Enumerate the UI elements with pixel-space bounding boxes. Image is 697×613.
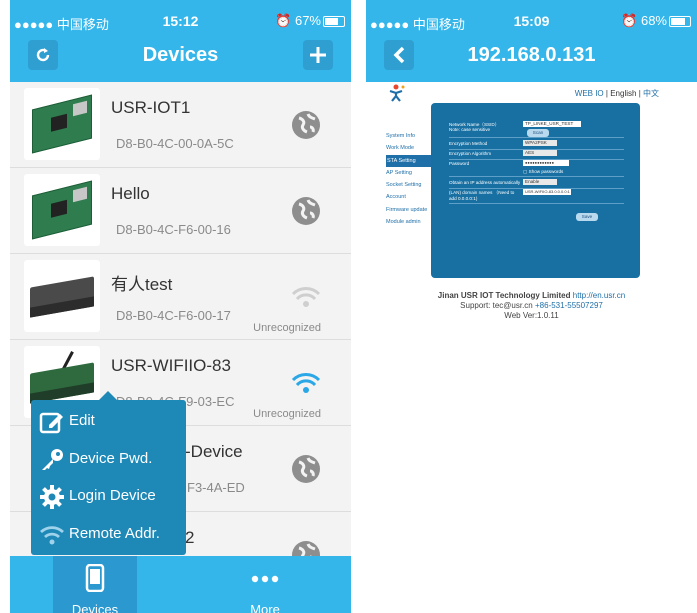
wifi-grey-icon	[291, 287, 321, 307]
page-title: Devices	[142, 44, 219, 66]
nav-bar: Devices	[10, 36, 351, 82]
menu-item-remote-addr[interactable]: Remote Addr.	[37, 517, 182, 551]
ssid-row: Network Name（SSID） Note: case sensitive …	[449, 121, 624, 138]
link-separator: |	[605, 89, 608, 98]
tab-bar: Devices More	[10, 556, 351, 613]
battery-indicator: ⏰ 68%	[621, 13, 691, 29]
battery-icon	[323, 16, 345, 28]
device-mac: D8-B0-4C-F6-00-16	[116, 222, 231, 237]
device-image	[24, 88, 100, 160]
tab-more[interactable]: More	[220, 556, 310, 613]
encryption-algorithm-row: Encryption Algorithm AES	[449, 150, 624, 160]
menu-item-edit[interactable]: Edit	[37, 404, 182, 438]
link-separator: |	[638, 89, 641, 98]
globe-icon	[292, 111, 320, 139]
device-name: -Device	[185, 442, 243, 461]
sta-settings-panel: Network Name（SSID） Note: case sensitive …	[431, 103, 640, 278]
company-name: Jinan USR IOT Technology Limited	[437, 291, 571, 300]
nav-bar: 192.168.0.131	[366, 36, 697, 82]
usr-logo-icon	[389, 84, 405, 102]
dhcp-label: Obtain an IP address automatically	[449, 180, 521, 185]
device-image	[24, 260, 100, 332]
device-name: USR-WIFIIO-83	[111, 356, 231, 375]
link-chinese[interactable]: 中文	[643, 89, 659, 98]
status-label: Unrecognized	[253, 322, 321, 334]
lan-domain-label: (LAN) domain names （Need to add 0.0.0.0:…	[449, 190, 515, 201]
status-label: Unrecognized	[253, 408, 321, 420]
gear-icon	[40, 485, 64, 509]
web-version: Web Ver:1.0.11	[504, 311, 559, 320]
device-mac: D8-B0-4C-00-0A-5C	[116, 136, 234, 151]
password-label: Password	[449, 161, 470, 166]
dhcp-select[interactable]: Enable	[523, 179, 557, 185]
battery-percent: 67%	[294, 13, 321, 28]
encryption-algorithm-label: Encryption Algorithm	[449, 151, 492, 156]
device-action-menu: Edit Device Pwd. Login Device Remote Add…	[31, 391, 186, 555]
ssid-input[interactable]: TP_LINKE_USR_TEST	[523, 121, 581, 127]
battery-indicator: ⏰ 67%	[275, 13, 345, 29]
page-footer: Jinan USR IOT Technology Limited http://…	[366, 291, 697, 321]
menu-item-label: Edit	[69, 412, 95, 429]
device-name: USR-IOT1	[111, 98, 191, 117]
menu-item-label: Device Pwd.	[69, 450, 153, 467]
tab-label: Devices	[71, 602, 119, 613]
web-config-screen: ●●●●● 中国移动 15:09 ⏰ 68% 192.168.0.131 WEB…	[366, 0, 697, 613]
save-button[interactable]: Save	[576, 213, 598, 221]
encryption-method-label: Encryption Method	[449, 141, 488, 146]
lan-domain-input[interactable]: USR-WIFIIO-83.0.0.0.0:1	[523, 189, 571, 195]
device-row[interactable]: 有人test D8-B0-4C-F6-00-17 Unrecognized	[10, 254, 351, 340]
wifi-icon	[40, 526, 64, 545]
device-name: 2	[185, 528, 195, 547]
language-links: WEB IO | English | 中文	[575, 88, 659, 99]
dhcp-row: Obtain an IP address automatically Enabl…	[449, 179, 624, 189]
menu-item-device-pwd[interactable]: Device Pwd.	[37, 442, 182, 476]
tab-label: More	[250, 602, 280, 613]
encryption-method-row: Encryption Method WPA2PSK	[449, 140, 624, 150]
company-line: Jinan USR IOT Technology Limited http://…	[366, 291, 697, 301]
device-name: 有人test	[111, 275, 173, 294]
device-row[interactable]: USR-IOT1 D8-B0-4C-00-0A-5C	[10, 82, 351, 168]
support-line: Support: tec@usr.cn +86-531-55507297	[366, 301, 697, 311]
edit-icon	[39, 412, 63, 434]
plus-icon	[310, 47, 326, 63]
globe-icon	[292, 197, 320, 225]
devices-screen: ●●●●● 中国移动 15:12 ⏰ 67% Devices USR-IOT1 …	[10, 0, 351, 613]
company-link[interactable]: http://en.usr.cn	[573, 291, 625, 300]
add-device-button[interactable]	[303, 40, 333, 70]
link-english[interactable]: English	[610, 89, 636, 98]
phone-icon	[85, 563, 105, 593]
show-passwords-checkbox[interactable]: ▢ Show passwords	[523, 169, 563, 175]
show-passwords-label: Show passwords	[528, 169, 564, 174]
globe-icon	[292, 455, 320, 483]
battery-percent: 68%	[640, 13, 667, 28]
menu-item-label: Remote Addr.	[69, 525, 160, 542]
lan-domain-row: (LAN) domain names （Need to add 0.0.0.0:…	[449, 189, 624, 204]
menu-item-login-device[interactable]: Login Device	[37, 479, 182, 513]
support-phone: +86-531-55507297	[535, 301, 603, 310]
globe-icon	[292, 541, 320, 556]
password-input[interactable]: ●●●●●●●●●●●●	[523, 160, 569, 166]
scan-button[interactable]: Scan	[527, 129, 549, 137]
battery-icon	[669, 16, 691, 28]
device-mac: F3-4A-ED	[187, 480, 245, 495]
encryption-algorithm-select[interactable]: AES	[523, 150, 557, 156]
encryption-method-select[interactable]: WPA2PSK	[523, 140, 557, 146]
support-email: Support: tec@usr.cn	[460, 301, 533, 310]
device-image	[24, 174, 100, 246]
key-icon	[42, 449, 63, 470]
password-row: Password ●●●●●●●●●●●● ▢ Show passwords	[449, 160, 624, 177]
device-mac: D8-B0-4C-F6-00-17	[116, 308, 231, 323]
more-dots-icon	[251, 575, 279, 583]
status-bar: ●●●●● 中国移动 15:12 ⏰ 67%	[10, 0, 351, 36]
device-name: Hello	[111, 184, 150, 203]
web-page: WEB IO | English | 中文 System Info Work M…	[366, 82, 697, 613]
link-web-io[interactable]: WEB IO	[575, 89, 604, 98]
ssid-note: Note: case sensitive	[449, 127, 491, 132]
tab-devices[interactable]: Devices	[53, 556, 137, 613]
status-bar: ●●●●● 中国移动 15:09 ⏰ 68%	[366, 0, 697, 36]
menu-item-label: Login Device	[69, 487, 156, 504]
wifi-blue-icon	[291, 373, 321, 393]
device-row[interactable]: Hello D8-B0-4C-F6-00-16	[10, 168, 351, 254]
page-title: 192.168.0.131	[467, 44, 596, 66]
